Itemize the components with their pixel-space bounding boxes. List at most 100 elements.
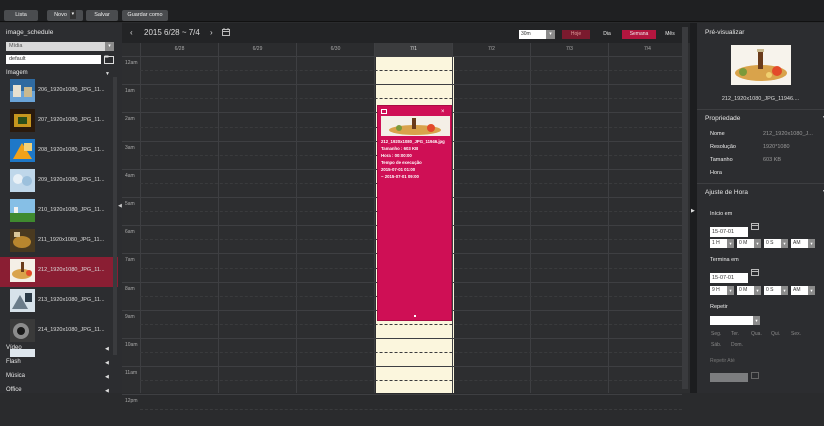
properties-title-label: Propriedade: [705, 115, 741, 122]
end-ampm-value: AM: [793, 287, 801, 293]
day-header: 7/3: [530, 43, 608, 56]
resize-handle[interactable]: [414, 315, 416, 317]
start-hour-select[interactable]: 1 H ▾: [710, 239, 734, 248]
chevron-right-icon[interactable]: ▶: [691, 208, 695, 214]
start-date-input[interactable]: 15-07-01: [710, 227, 748, 237]
end-hour-select[interactable]: 9 H ▾: [710, 286, 734, 295]
calendar-icon[interactable]: [222, 28, 230, 36]
next-week-button[interactable]: ›: [210, 28, 213, 37]
folder-icon[interactable]: [104, 55, 114, 64]
chevron-down-icon[interactable]: ▾: [546, 30, 555, 39]
chevron-down-icon[interactable]: ▾: [754, 286, 761, 295]
calendar-grid[interactable]: 6/28 6/29 6/30 7/1 7/2 7/3 7/4 12am 1am 2am 3am 4a…: [122, 43, 686, 410]
media-type-select[interactable]: Mídia ▾: [6, 42, 114, 51]
category-image[interactable]: Imagem ▼: [6, 70, 110, 77]
list-scrollbar[interactable]: [113, 77, 117, 355]
chevron-down-icon[interactable]: ▾: [781, 286, 788, 295]
day-header: 7/2: [452, 43, 530, 56]
calendar-icon[interactable]: [751, 268, 759, 276]
divider: [697, 183, 824, 184]
category-office[interactable]: Office ◀: [6, 387, 109, 393]
end-second-select[interactable]: 0 S ▾: [764, 286, 788, 295]
chevron-down-icon[interactable]: ▾: [69, 10, 76, 20]
chevron-left-icon: ◀: [105, 388, 109, 393]
hour-label: 12pm: [122, 394, 140, 426]
event-exec-label: Tempo de execução: [381, 160, 422, 165]
thumbnail-image: [10, 199, 35, 222]
chevron-down-icon[interactable]: ▾: [808, 286, 815, 295]
weekday-option[interactable]: Qui.: [771, 331, 780, 337]
list-button[interactable]: Lista: [4, 10, 38, 21]
zoom-select[interactable]: 30m ▾: [519, 30, 555, 39]
weekday-option[interactable]: Sáb.: [711, 342, 721, 348]
list-item-selected[interactable]: 212_1920x1080_JPG_11...: [0, 257, 118, 287]
view-week-button[interactable]: Semana: [622, 30, 656, 39]
prev-week-button[interactable]: ‹: [130, 28, 133, 37]
calendar-scrollbar[interactable]: [682, 27, 688, 389]
list-item[interactable]: 206_1920x1080_JPG_11...: [0, 77, 118, 107]
list-item[interactable]: 208_1920x1080_JPG_11...: [0, 137, 118, 167]
hour-label: 5am: [122, 197, 140, 229]
weekday-option[interactable]: Seg.: [711, 331, 721, 337]
category-video[interactable]: Vídeo ◀: [6, 345, 109, 352]
view-month-button[interactable]: Mês: [660, 30, 680, 39]
hour-label: 10am: [122, 338, 140, 370]
repeat-select[interactable]: ▾: [710, 316, 760, 325]
new-button[interactable]: Novo ▾: [47, 10, 83, 21]
chevron-down-icon[interactable]: ▾: [727, 286, 734, 295]
preview-image: [731, 45, 791, 85]
today-button[interactable]: Hoje: [562, 30, 590, 39]
end-minute-value: 0 M: [739, 287, 748, 293]
start-hour-value: 1 H: [712, 240, 720, 246]
start-ampm-select[interactable]: AM ▾: [791, 239, 815, 248]
list-item[interactable]: 210_1920x1080_JPG_11...: [0, 197, 118, 227]
half-hour-gridline: [140, 352, 682, 354]
hour-gridline: [140, 394, 682, 396]
weekday-option[interactable]: Dom.: [731, 342, 743, 348]
hour-label: 12am: [122, 56, 140, 88]
end-ampm-select[interactable]: AM ▾: [791, 286, 815, 295]
list-item[interactable]: 207_1920x1080_JPG_11...: [0, 107, 118, 137]
properties-title[interactable]: Propriedade▼: [705, 115, 824, 122]
start-minute-select[interactable]: 0 M ▾: [737, 239, 761, 248]
end-hour-value: 9 H: [712, 287, 720, 293]
repeat-until-input: [710, 373, 748, 382]
end-date-input[interactable]: 15-07-01: [710, 273, 748, 283]
list-item-label: 212_1920x1080_JPG_11...: [38, 267, 105, 273]
category-flash[interactable]: Flash ◀: [6, 359, 109, 366]
new-label: Novo: [54, 12, 67, 18]
list-item[interactable]: 211_1920x1080_JPG_11...: [0, 227, 118, 257]
chevron-down-icon[interactable]: ▾: [105, 42, 114, 51]
category-music[interactable]: Música ◀: [6, 373, 109, 380]
list-item-label: 213_1920x1080_JPG_11...: [38, 297, 105, 303]
end-minute-select[interactable]: 0 M ▾: [737, 286, 761, 295]
chevron-down-icon[interactable]: ▾: [754, 239, 761, 248]
list-item[interactable]: 209_1920x1080_JPG_11...: [0, 167, 118, 197]
scheduled-event[interactable]: × 212_1920x1080_JPG_11946.jpg Tamanho : …: [377, 105, 452, 321]
save-as-button[interactable]: Guardar como: [122, 10, 168, 21]
weekday-option[interactable]: Qua.: [751, 331, 762, 337]
category-image-label: Imagem: [6, 70, 28, 76]
weekday-option[interactable]: Sex.: [791, 331, 801, 337]
half-hour-gridline: [140, 70, 682, 72]
view-day-button[interactable]: Dia: [596, 30, 618, 39]
category-video-label: Vídeo: [6, 345, 22, 351]
chevron-down-icon[interactable]: ▾: [808, 239, 815, 248]
save-button[interactable]: Salvar: [86, 10, 118, 21]
calendar-icon[interactable]: [751, 222, 759, 230]
chevron-down-icon[interactable]: ▾: [781, 239, 788, 248]
time-adjust-title[interactable]: Ajuste de Hora▼: [705, 189, 824, 196]
panel-splitter[interactable]: ▶: [690, 23, 697, 393]
group-input[interactable]: default: [6, 55, 101, 64]
top-toolbar: Lista Novo ▾ Salvar Guardar como: [0, 0, 824, 22]
weekday-option[interactable]: Ter.: [731, 331, 739, 337]
list-item-label: 211_1920x1080_JPG_11...: [38, 237, 105, 243]
week-calendar: ‹ 2015 6/28 ~ 7/4 › 30m ▾ Hoje Dia Semana…: [122, 23, 690, 410]
start-second-select[interactable]: 0 S ▾: [764, 239, 788, 248]
thumbnail-image: [10, 319, 35, 342]
list-item[interactable]: 213_1920x1080_JPG_11...: [0, 287, 118, 317]
close-icon[interactable]: ×: [441, 109, 447, 115]
chevron-down-icon[interactable]: ▾: [727, 239, 734, 248]
list-item[interactable]: 214_1920x1080_JPG_11...: [0, 317, 118, 347]
chevron-down-icon[interactable]: ▾: [753, 316, 760, 325]
